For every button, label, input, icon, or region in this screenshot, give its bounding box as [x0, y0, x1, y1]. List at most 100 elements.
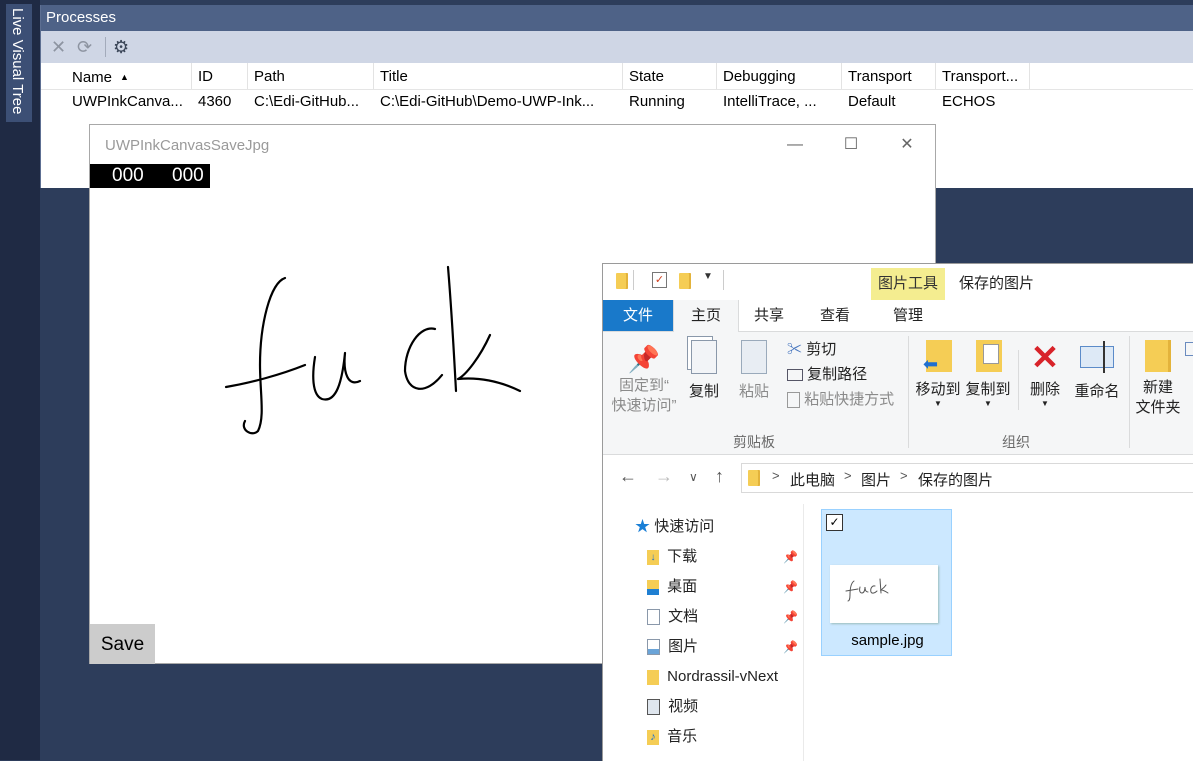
up-arrow-icon[interactable]: ↑ — [715, 466, 724, 487]
nav-music[interactable]: ♪ 音乐 — [647, 722, 697, 752]
nav-pictures[interactable]: 图片 📌 — [647, 632, 798, 662]
tab-view[interactable]: 查看 — [803, 300, 867, 331]
copy-to-button[interactable]: 复制到 ▼ — [964, 340, 1012, 408]
copy-button[interactable]: 复制 — [687, 340, 721, 402]
column-header-debugging[interactable]: Debugging — [717, 63, 842, 89]
toolbar-separator — [105, 37, 106, 57]
pictures-icon — [647, 639, 660, 656]
column-header-id[interactable]: ID — [192, 63, 248, 89]
new-folder-quick-icon[interactable] — [679, 273, 691, 289]
processes-title: Processes — [41, 5, 1193, 31]
pin-icon: 📌 — [783, 550, 798, 564]
properties-icon[interactable]: ✓ — [652, 272, 667, 288]
close-icon[interactable]: ✕ — [51, 37, 66, 57]
nav-desktop[interactable]: 桌面 📌 — [647, 572, 798, 602]
video-icon — [647, 699, 660, 716]
rename-button[interactable]: 重命名 — [1071, 340, 1123, 402]
column-header-label: Name — [72, 69, 113, 86]
nav-downloads[interactable]: ↓ 下载 📌 — [647, 542, 798, 572]
copy-path-button[interactable]: 复制路径 — [787, 365, 867, 385]
nav-quick-access[interactable]: ★ 快速访问 — [635, 512, 714, 542]
cell-transport: Default — [848, 93, 896, 110]
group-separator — [1018, 350, 1019, 410]
new-item-icon[interactable] — [1185, 342, 1193, 356]
column-header-path[interactable]: Path — [248, 63, 374, 89]
recent-locations-icon[interactable]: ∨ — [689, 470, 698, 484]
customize-toolbar-icon[interactable]: ▼ — [703, 271, 713, 282]
nav-downloads-label: 下载 — [667, 548, 698, 565]
nav-documents[interactable]: 文档 📌 — [647, 602, 798, 632]
file-item[interactable]: ✓ fuck sample.jpg — [821, 509, 952, 656]
thumbnail-ink: fuck — [845, 578, 889, 602]
cell-name: UWPInkCanva... — [72, 93, 183, 110]
address-box[interactable]: > 此电脑 > 图片 > 保存的图片 — [741, 463, 1193, 493]
group-separator — [1129, 336, 1130, 448]
ribbon-tab-bar: 文件 主页 共享 查看 管理 — [603, 300, 1193, 332]
column-header-transport-qualifier[interactable]: Transport... — [936, 63, 1030, 89]
new-folder-label-line2: 文件夹 — [1135, 399, 1181, 416]
handwritten-ink-strokes — [224, 265, 522, 435]
cut-button[interactable]: ✂ 剪切 — [787, 340, 836, 360]
copy-to-label: 复制到 — [965, 381, 1011, 398]
nav-pictures-label: 图片 — [668, 638, 699, 655]
chevron-right-icon: > — [772, 468, 780, 483]
forward-arrow-icon[interactable]: → — [655, 466, 673, 487]
cell-debugging: IntelliTrace, ... — [723, 93, 817, 110]
column-header-transport[interactable]: Transport — [842, 63, 936, 89]
pin-to-quick-access-button[interactable]: 📌 固定到“ 快速访问” — [611, 342, 677, 416]
address-bar-row: ← → ∨ ↑ > 此电脑 > 图片 > 保存的图片 — [603, 460, 1193, 494]
breadcrumb-saved-pictures[interactable]: 保存的图片 — [918, 469, 993, 490]
breadcrumb-this-pc[interactable]: 此电脑 — [790, 469, 835, 490]
gears-icon[interactable]: ⚙ — [113, 37, 129, 57]
breadcrumb-pictures[interactable]: 图片 — [861, 469, 891, 490]
cell-id: 4360 — [198, 93, 232, 110]
cut-label: 剪切 — [806, 341, 837, 358]
tab-share[interactable]: 共享 — [739, 300, 799, 331]
tab-manage[interactable]: 管理 — [871, 300, 945, 331]
rename-icon — [1080, 341, 1114, 373]
toolbar-separator — [633, 270, 634, 290]
column-header-state[interactable]: State — [623, 63, 717, 89]
nav-videos[interactable]: 视频 — [647, 692, 698, 722]
paste-shortcut-icon — [787, 392, 800, 409]
delete-label: 删除 — [1029, 381, 1060, 398]
star-icon: ★ — [635, 518, 651, 535]
save-button[interactable]: Save — [90, 624, 155, 664]
tab-home[interactable]: 主页 — [673, 300, 739, 332]
group-separator — [908, 336, 909, 448]
pin-icon: 📌 — [783, 580, 798, 594]
cell-title: C:\Edi-GitHub\Demo-UWP-Ink... — [380, 93, 595, 110]
copy-path-icon — [787, 369, 803, 382]
copy-icon — [691, 340, 717, 374]
paste-shortcut-button[interactable]: 粘贴快捷方式 — [787, 390, 894, 410]
window-title: 保存的图片 — [959, 275, 1035, 292]
paste-label: 粘贴 — [738, 383, 769, 400]
copy-to-icon — [973, 340, 1003, 374]
detach-process-icon[interactable]: ⟳ — [77, 37, 92, 57]
paste-button[interactable]: 粘贴 — [737, 340, 771, 402]
rename-label: 重命名 — [1074, 383, 1120, 400]
nav-documents-label: 文档 — [668, 608, 699, 625]
file-name: sample.jpg — [851, 632, 924, 649]
delete-x-icon: ✕ — [1030, 339, 1060, 377]
scissors-icon: ✂ — [787, 341, 803, 358]
folder-icon — [748, 470, 760, 486]
delete-button[interactable]: ✕ 删除 ▼ — [1025, 340, 1065, 408]
nav-nordrassil-vnext[interactable]: Nordrassil-vNext — [647, 662, 778, 692]
move-to-icon: ⬅ — [923, 340, 953, 374]
column-header-name[interactable]: Name ▲ — [66, 63, 192, 89]
back-arrow-icon[interactable]: ← — [619, 466, 637, 487]
checkbox-checked-icon[interactable]: ✓ — [826, 514, 843, 531]
tab-file[interactable]: 文件 — [603, 300, 673, 331]
new-folder-button[interactable]: 新建 文件夹 — [1133, 340, 1183, 418]
live-visual-tree-tab[interactable]: Live Visual Tree — [6, 4, 32, 122]
folder-icon — [647, 669, 659, 685]
move-to-button[interactable]: ⬅ 移动到 ▼ — [914, 340, 962, 408]
chevron-right-icon: > — [844, 468, 852, 483]
processes-header-row: Name ▲ ID Path Title State Debugging Tran… — [41, 63, 1193, 90]
sort-ascending-icon: ▲ — [120, 72, 129, 82]
pin-label-line1: 固定到“ — [619, 377, 669, 394]
folder-icon — [616, 273, 628, 289]
column-header-title[interactable]: Title — [374, 63, 623, 89]
paste-shortcut-label: 粘贴快捷方式 — [804, 391, 895, 408]
